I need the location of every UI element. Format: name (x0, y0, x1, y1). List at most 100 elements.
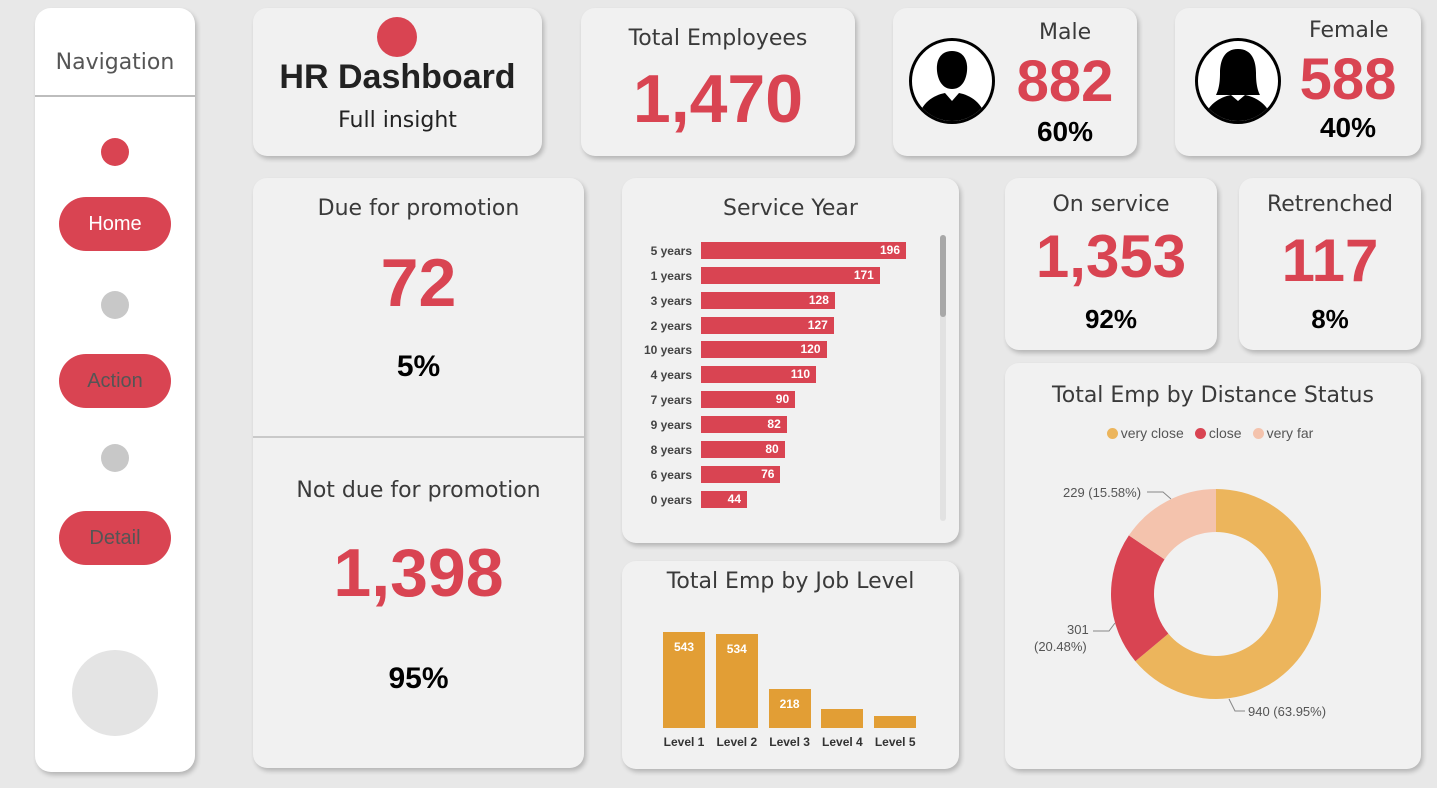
job-level-bar[interactable]: 543 (663, 632, 705, 728)
job-level-bar[interactable]: 534 (715, 633, 758, 728)
job-level-bar[interactable] (821, 709, 864, 728)
on-service-percent: 92% (1084, 304, 1138, 334)
dashboard-title: HR Dashboard (279, 58, 516, 96)
promotion-card: Due for promotion 72 5% Not due for prom… (253, 178, 584, 768)
home-button[interactable]: Home (59, 197, 171, 251)
service-year-data-label: 80 (765, 441, 779, 456)
service-year-bar[interactable]: 110 (701, 366, 817, 384)
job-level-data-label: 218 (779, 697, 800, 712)
promotion-divider (253, 436, 584, 438)
service-year-data-label: 76 (761, 466, 775, 481)
service-year-data-label: 127 (807, 317, 828, 332)
service-year-bar[interactable]: 44 (701, 490, 748, 508)
male-value: 882 (1016, 49, 1114, 114)
service-year-bar[interactable]: 120 (701, 341, 827, 359)
on-service-card: On service 1,353 92% (1005, 178, 1217, 350)
service-year-row: 8 years 80 (622, 440, 952, 459)
service-year-tick-label: 3 years (650, 293, 692, 308)
total-employees-card: Total Employees 1,470 (581, 8, 855, 156)
service-year-row: 3 years 128 (622, 291, 952, 310)
service-year-bar[interactable]: 128 (701, 291, 835, 309)
service-year-row: 1 years 171 (622, 266, 952, 285)
job-level-tick-label: Level 4 (822, 735, 863, 749)
service-year-tick-label: 9 years (650, 417, 692, 432)
dashboard-subtitle: Full insight (338, 108, 457, 133)
nav-circle-placeholder[interactable] (72, 650, 158, 736)
service-year-data-label: 120 (800, 342, 821, 357)
service-year-data-label: 110 (790, 367, 811, 382)
service-year-row: 0 years 44 (622, 490, 952, 509)
service-year-scrollbar[interactable] (940, 235, 946, 521)
female-value: 588 (1299, 47, 1397, 112)
service-year-data-label: 196 (879, 243, 900, 257)
job-level-data-label: 543 (673, 640, 695, 654)
retrenched-label: Retrenched (1266, 192, 1394, 217)
total-employees-label: Total Employees (628, 26, 808, 51)
service-year-bar[interactable]: 127 (701, 316, 834, 334)
job-level-data-label: 534 (726, 641, 747, 656)
male-percent: 60% (1036, 116, 1094, 147)
service-year-bar[interactable]: 76 (701, 465, 781, 483)
not-due-promotion-label: Not due for promotion (296, 478, 541, 503)
job-level-bar[interactable]: 218 (768, 689, 811, 728)
job-level-tick-label: Level 5 (874, 735, 916, 749)
service-year-data-label: 90 (775, 392, 790, 407)
female-percent: 40% (1319, 112, 1377, 143)
service-year-row: 10 years 120 (622, 341, 952, 359)
header-card: HR Dashboard Full insight (253, 8, 542, 156)
header-dot (377, 17, 417, 57)
service-year-tick-label: 8 years (650, 442, 692, 457)
service-year-bar[interactable]: 80 (701, 440, 785, 458)
service-year-bar[interactable]: 171 (701, 266, 880, 284)
very-close-leader-line (1228, 698, 1245, 712)
not-due-promotion-percent: 95% (388, 662, 449, 695)
service-year-bar[interactable]: 196 (701, 242, 906, 259)
service-year-row: 5 years 196 (622, 242, 952, 260)
action-button[interactable]: Action (59, 354, 171, 408)
retrenched-card: Retrenched 117 8% (1239, 178, 1421, 350)
very-close-data-label: 940 (63.95%) (1248, 704, 1327, 719)
detail-button[interactable]: Detail (59, 511, 171, 565)
service-year-tick-label: 7 years (650, 393, 692, 408)
job-level-tick-label: Level 2 (716, 735, 758, 749)
due-promotion-label: Due for promotion (317, 196, 520, 221)
close-data-label-percent: (20.48%) (1034, 639, 1087, 654)
service-year-tick-label: 5 years (650, 244, 692, 258)
service-year-title: Service Year (723, 196, 858, 221)
service-year-row: 9 years 82 (622, 415, 952, 434)
service-year-data-label: 171 (853, 267, 874, 282)
distance-donut-chart (1093, 489, 1321, 712)
on-service-value: 1,353 (1035, 223, 1187, 290)
service-year-scroll-thumb[interactable] (940, 235, 946, 317)
job-level-card: Total Emp by Job Level 543 Level 1 534 Leve… (622, 561, 959, 769)
very-far-leader-line (1147, 491, 1172, 500)
female-card: Female 588 40% (1175, 8, 1421, 156)
service-year-data-label: 128 (808, 292, 829, 307)
navigation-divider (35, 95, 195, 97)
job-level-chart: 543 Level 1 534 Level 2 218 Level 3 Level 4 Lev… (622, 561, 959, 769)
service-year-bar[interactable]: 82 (701, 415, 787, 433)
navigation-title: Navigation (55, 50, 175, 75)
detail-indicator-dot (101, 444, 129, 472)
service-year-bar[interactable]: 90 (701, 391, 796, 409)
service-year-card: Service Year 5 years 196 1 years 171 3 years… (622, 178, 959, 543)
job-level-bar[interactable] (874, 715, 917, 728)
distance-status-card: Total Emp by Distance Status very close … (1005, 363, 1421, 769)
male-card: Male 882 60% (893, 8, 1137, 156)
service-year-row: 6 years 76 (622, 465, 952, 484)
navigation-panel: Navigation Home Action Detail (35, 8, 195, 772)
home-indicator-dot (101, 138, 129, 166)
retrenched-value: 117 (1281, 227, 1379, 294)
service-year-row: 4 years 110 (622, 366, 952, 384)
very-far-data-label: 229 (15.58%) (1063, 485, 1142, 500)
service-year-data-label: 82 (767, 416, 781, 431)
female-label: Female (1309, 18, 1389, 43)
service-year-row: 7 years 90 (622, 391, 952, 409)
service-year-tick-label: 6 years (650, 467, 692, 482)
service-year-tick-label: 0 years (650, 492, 692, 507)
action-indicator-dot (101, 291, 129, 319)
job-level-tick-label: Level 1 (663, 735, 705, 749)
job-level-tick-label: Level 3 (769, 735, 810, 749)
female-user-icon (1195, 38, 1281, 124)
service-year-data-label: 44 (727, 491, 742, 506)
